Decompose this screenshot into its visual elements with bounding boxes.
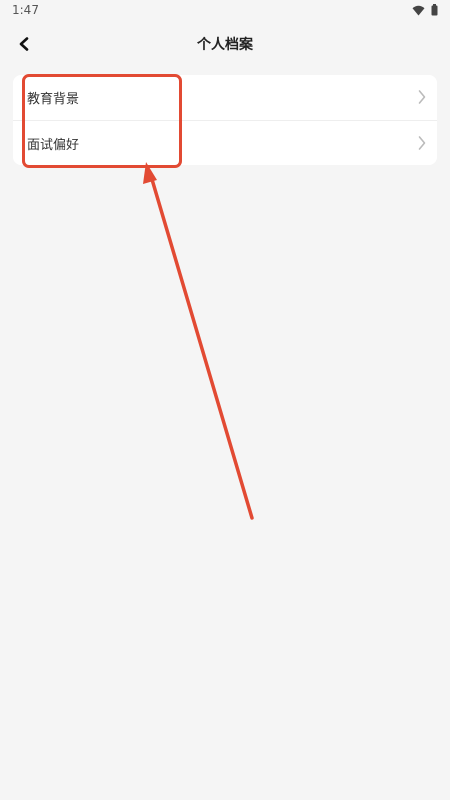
status-bar: 1:47	[0, 0, 450, 22]
wifi-icon	[412, 5, 425, 15]
page-title: 个人档案	[197, 37, 253, 53]
app-header: 个人档案	[0, 22, 450, 66]
status-time: 1:47	[12, 3, 39, 17]
list-item-label: 面试偏好	[27, 138, 80, 153]
list-item-interview-preference[interactable]: 面试偏好	[13, 120, 437, 165]
chevron-right-icon	[418, 90, 426, 104]
profile-list-card: 教育背景 面试偏好	[13, 75, 437, 165]
list-item-label: 教育背景	[27, 92, 80, 107]
list-item-education[interactable]: 教育背景	[13, 75, 437, 120]
status-icons	[412, 4, 438, 16]
battery-icon	[431, 4, 438, 16]
chevron-right-icon	[418, 136, 426, 150]
